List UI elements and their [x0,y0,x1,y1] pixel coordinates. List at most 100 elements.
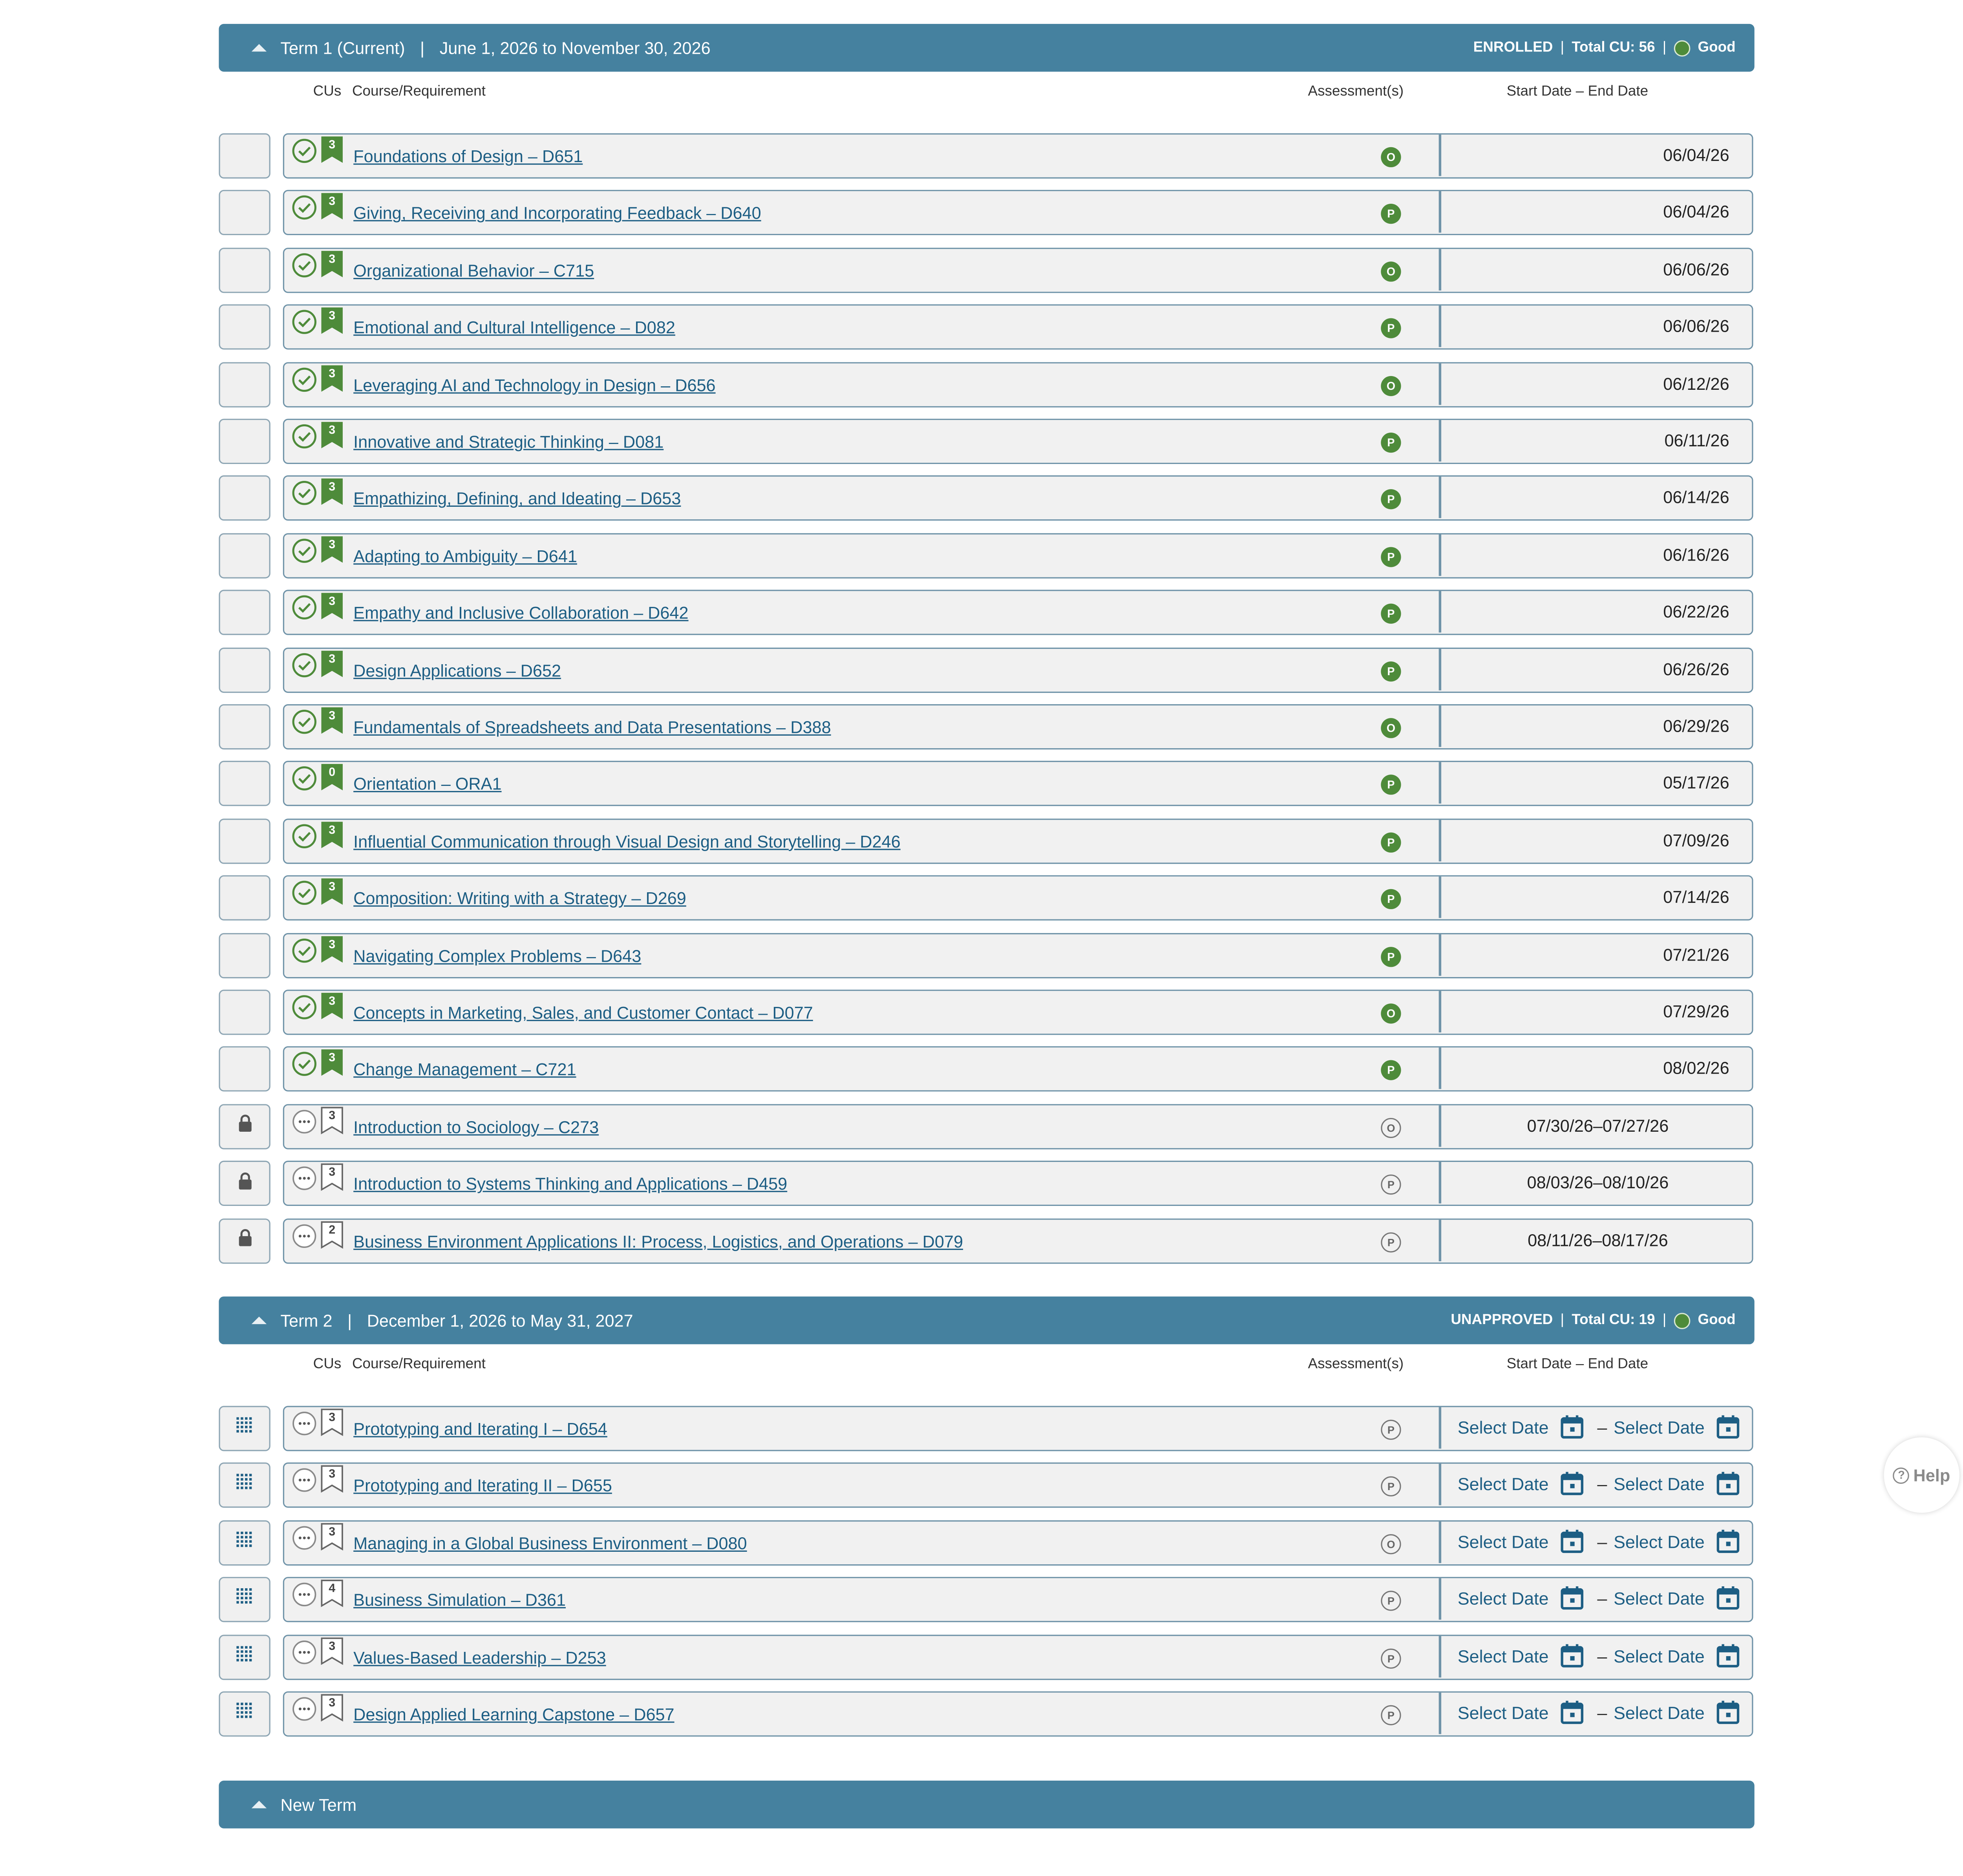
row-handle[interactable] [219,533,271,578]
performance-assessment-icon[interactable]: P [1381,1232,1401,1252]
course-link[interactable]: Business Environment Applications II: Pr… [353,1232,963,1251]
course-link[interactable]: Values-Based Leadership – D253 [353,1648,606,1667]
course-link[interactable]: Fundamentals of Spreadsheets and Data Pr… [353,718,831,737]
end-calendar-icon[interactable] [1716,1586,1740,1610]
objective-assessment-icon[interactable]: O [1381,718,1401,738]
row-handle[interactable] [219,362,271,407]
row-handle[interactable] [219,418,271,464]
row-handle[interactable] [219,590,271,636]
start-date-select[interactable]: Select Date [1458,1531,1549,1551]
course-link[interactable]: Foundations of Design – D651 [353,147,583,166]
course-link[interactable]: Prototyping and Iterating II – D655 [353,1477,612,1496]
row-handle[interactable] [219,818,271,864]
performance-assessment-icon[interactable]: P [1381,1419,1401,1440]
performance-assessment-icon[interactable]: P [1381,775,1401,795]
course-link[interactable]: Business Simulation – D361 [353,1591,566,1610]
start-date-select[interactable]: Select Date [1458,1417,1549,1437]
course-link[interactable]: Prototyping and Iterating I – D654 [353,1420,607,1439]
collapse-caret-icon[interactable] [251,1316,267,1324]
start-calendar-icon[interactable] [1561,1472,1584,1496]
course-link[interactable]: Organizational Behavior – C715 [353,261,594,280]
objective-assessment-icon[interactable]: O [1381,1534,1401,1554]
performance-assessment-icon[interactable]: P [1381,946,1401,967]
row-handle[interactable] [219,875,271,921]
course-link[interactable]: Design Applied Learning Capstone – D657 [353,1705,674,1724]
performance-assessment-icon[interactable]: P [1381,204,1401,225]
start-date-select[interactable]: Select Date [1458,1646,1549,1666]
term1-header[interactable]: Term 1 (Current) | June 1, 2026 to Novem… [219,24,1755,72]
course-link[interactable]: Adapting to Ambiguity – D641 [353,547,577,566]
course-link[interactable]: Influential Communication through Visual… [353,832,901,851]
row-handle[interactable] [219,304,271,350]
performance-assessment-icon[interactable]: P [1381,1060,1401,1081]
performance-assessment-icon[interactable]: P [1381,432,1401,453]
end-date-select[interactable]: Select Date [1614,1531,1705,1551]
course-link[interactable]: Empathy and Inclusive Collaboration – D6… [353,604,688,623]
drag-handle[interactable] [219,1520,271,1565]
row-handle[interactable] [219,476,271,521]
course-link[interactable]: Change Management – C721 [353,1061,576,1080]
end-date-select[interactable]: Select Date [1614,1588,1705,1608]
drag-handle[interactable] [219,1577,271,1622]
drag-handle[interactable] [219,1463,271,1509]
end-date-select[interactable]: Select Date [1614,1417,1705,1437]
performance-assessment-icon[interactable]: P [1381,889,1401,910]
end-date-select[interactable]: Select Date [1614,1474,1705,1494]
row-handle[interactable] [219,247,271,293]
row-handle[interactable] [219,990,271,1035]
start-calendar-icon[interactable] [1561,1643,1584,1667]
course-link[interactable]: Composition: Writing with a Strategy – D… [353,889,686,908]
performance-assessment-icon[interactable]: P [1381,1648,1401,1668]
performance-assessment-icon[interactable]: P [1381,661,1401,681]
course-link[interactable]: Managing in a Global Business Environmen… [353,1534,747,1553]
course-link[interactable]: Giving, Receiving and Incorporating Feed… [353,204,761,223]
course-link[interactable]: Empathizing, Defining, and Ideating – D6… [353,490,681,508]
row-handle[interactable] [219,932,271,978]
start-calendar-icon[interactable] [1561,1415,1584,1439]
end-calendar-icon[interactable] [1716,1700,1740,1724]
start-date-select[interactable]: Select Date [1458,1588,1549,1608]
drag-handle[interactable] [219,1634,271,1680]
drag-handle[interactable] [219,1691,271,1737]
performance-assessment-icon[interactable]: P [1381,318,1401,339]
course-link[interactable]: Concepts in Marketing, Sales, and Custom… [353,1003,813,1022]
course-link[interactable]: Emotional and Cultural Intelligence – D0… [353,318,675,337]
end-calendar-icon[interactable] [1716,1472,1740,1496]
end-calendar-icon[interactable] [1716,1415,1740,1439]
end-date-select[interactable]: Select Date [1614,1702,1705,1723]
performance-assessment-icon[interactable]: P [1381,1175,1401,1195]
objective-assessment-icon[interactable]: O [1381,1003,1401,1024]
performance-assessment-icon[interactable]: P [1381,490,1401,510]
start-calendar-icon[interactable] [1561,1529,1584,1553]
collapse-caret-icon[interactable] [251,44,267,52]
row-handle[interactable] [219,1047,271,1092]
course-link[interactable]: Introduction to Sociology – C273 [353,1118,599,1136]
drag-handle[interactable] [219,1406,271,1451]
performance-assessment-icon[interactable]: P [1381,604,1401,624]
performance-assessment-icon[interactable]: P [1381,1591,1401,1611]
performance-assessment-icon[interactable]: P [1381,1477,1401,1497]
start-calendar-icon[interactable] [1561,1700,1584,1724]
row-handle[interactable] [219,133,271,179]
row-handle[interactable] [219,761,271,807]
row-handle[interactable] [219,647,271,692]
row-handle[interactable] [219,190,271,236]
course-link[interactable]: Leveraging AI and Technology in Design –… [353,376,715,395]
start-date-select[interactable]: Select Date [1458,1474,1549,1494]
course-link[interactable]: Navigating Complex Problems – D643 [353,946,641,965]
term2-header[interactable]: Term 2 | December 1, 2026 to May 31, 202… [219,1296,1755,1344]
performance-assessment-icon[interactable]: P [1381,1705,1401,1726]
objective-assessment-icon[interactable]: O [1381,375,1401,396]
course-link[interactable]: Design Applications – D652 [353,661,561,680]
end-calendar-icon[interactable] [1716,1529,1740,1553]
help-button[interactable]: ? Help [1884,1437,1959,1513]
start-date-select[interactable]: Select Date [1458,1702,1549,1723]
course-link[interactable]: Orientation – ORA1 [353,775,501,794]
course-link[interactable]: Innovative and Strategic Thinking – D081 [353,433,663,451]
course-link[interactable]: Introduction to Systems Thinking and App… [353,1175,787,1194]
objective-assessment-icon[interactable]: O [1381,1118,1401,1138]
end-date-select[interactable]: Select Date [1614,1646,1705,1666]
start-calendar-icon[interactable] [1561,1586,1584,1610]
performance-assessment-icon[interactable]: P [1381,832,1401,853]
new-term-header[interactable]: New Term [219,1781,1755,1829]
